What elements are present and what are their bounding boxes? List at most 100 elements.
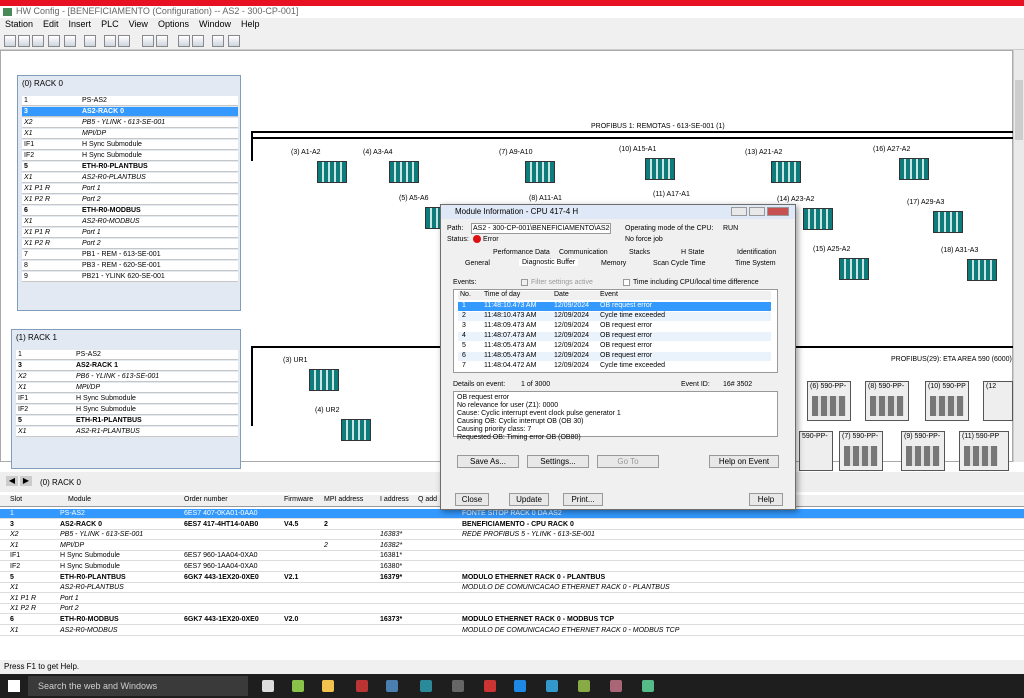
rack-slot-row[interactable]: 5 ETH-R1-PLANTBUS	[16, 416, 238, 426]
event-row[interactable]: 2 11:48:10.473 AM 12/09/2024 Cycle time exc…	[458, 312, 771, 321]
help-on-event-button[interactable]: Help on Event	[709, 455, 779, 468]
rack-slot-row[interactable]: X1 P2 R Port 2	[22, 239, 238, 249]
table-row[interactable]: IF2 H Sync Submodule 6ES7 960-1AA04-0XA0 16…	[0, 562, 1024, 572]
rack-slot-row[interactable]: 7 PB1 - REM - 613-SE-001	[22, 250, 238, 260]
upload-icon[interactable]	[156, 35, 168, 47]
folder-icon[interactable]	[322, 680, 334, 692]
rack-slot-row[interactable]: X1 AS2-R1-PLANTBUS	[16, 427, 238, 437]
path-field[interactable]: AS2 - 300-CP-001\BENEFICIAMENTO\AS2-	[471, 223, 611, 234]
pp-device[interactable]: (10) 590-PP	[925, 381, 969, 421]
table-row[interactable]: 6 ETH-R0-MODBUS 6GK7 443-1EX20-0XE0 V2.0 163…	[0, 615, 1024, 625]
app-icon[interactable]	[420, 680, 432, 692]
app-icon[interactable]	[484, 680, 496, 692]
app-icon[interactable]	[452, 680, 464, 692]
catalog-icon[interactable]	[178, 35, 190, 47]
filter-checkbox[interactable]	[521, 279, 528, 286]
event-row[interactable]: 5 11:48:05.473 AM 12/09/2024 OB request err…	[458, 342, 771, 351]
rack-slot-row[interactable]: IF2 H Sync Submodule	[22, 151, 238, 161]
app-icon[interactable]	[292, 680, 304, 692]
dp-slave[interactable]: (3) UR1	[283, 357, 353, 397]
table-row[interactable]: X2 PB5 - YLINK - 613-SE-001 16383* REDE PRO…	[0, 530, 1024, 541]
print-icon[interactable]	[84, 35, 96, 47]
paste-icon[interactable]	[118, 35, 130, 47]
pp-device[interactable]: (8) 590-PP-	[865, 381, 909, 421]
table-row[interactable]: X1 P1 R Port 1	[0, 594, 1024, 604]
dp-slave[interactable]: (10) A15-A1	[619, 146, 689, 186]
col-qaddr[interactable]: Q add	[418, 496, 437, 503]
menu-insert[interactable]: Insert	[64, 18, 97, 30]
rack-slot-row[interactable]: 1 PS-AS2	[16, 350, 238, 360]
dp-slave[interactable]: (4) UR2	[315, 407, 385, 447]
task-view-icon[interactable]	[262, 680, 274, 692]
event-details[interactable]: OB request error No relevance for user (Z…	[453, 391, 778, 441]
events-list[interactable]: No. Time of day Date Event 1 11:48:10.473…	[453, 289, 778, 373]
rack-slot-row[interactable]: X2 PB5 - YLINK - 613-SE-001	[22, 118, 238, 128]
table-row[interactable]: X1 P2 R Port 2	[0, 604, 1024, 615]
rack-slot-row[interactable]: X2 PB6 - YLINK - 613-SE-001	[16, 372, 238, 382]
time-local-checkbox[interactable]	[623, 279, 630, 286]
tab-time-system[interactable]: Time System	[735, 260, 776, 267]
close-icon[interactable]	[767, 207, 789, 216]
col-slot[interactable]: Slot	[10, 496, 22, 503]
app-icon[interactable]	[642, 680, 654, 692]
help-button[interactable]: Help	[749, 493, 783, 506]
download-icon[interactable]	[142, 35, 154, 47]
app-icon[interactable]	[356, 680, 368, 692]
dp-slave[interactable]: (16) A27-A2	[873, 146, 943, 186]
col-mpi[interactable]: MPI address	[324, 496, 363, 503]
menu-view[interactable]: View	[124, 18, 153, 30]
rack-slot-row[interactable]: X1 P1 R Port 1	[22, 228, 238, 238]
app-icon[interactable]	[546, 680, 558, 692]
new-icon[interactable]	[4, 35, 16, 47]
tab-scan-cycle[interactable]: Scan Cycle Time	[653, 260, 706, 267]
dp-slave[interactable]: (15) A25-A2	[813, 246, 883, 286]
dp-slave[interactable]: (18) A31-A3	[941, 247, 1011, 287]
rack-slot-row[interactable]: X1 P1 R Port 1	[22, 184, 238, 194]
pp-device[interactable]: (12	[983, 381, 1013, 421]
rack-slot-row[interactable]: X1 AS2-R0-MODBUS	[22, 217, 238, 227]
rack-slot-row[interactable]: IF2 H Sync Submodule	[16, 405, 238, 415]
pp-device[interactable]: (7) 590-PP-	[839, 431, 883, 471]
dp-slave[interactable]: (7) A9-A10	[499, 149, 569, 189]
menu-window[interactable]: Window	[194, 18, 236, 30]
save-as-button[interactable]: Save As...	[457, 455, 519, 468]
rack-slot-row[interactable]: X1 MPI/DP	[16, 383, 238, 393]
print-button[interactable]: Print...	[563, 493, 603, 506]
menu-station[interactable]: Station	[0, 18, 38, 30]
col-order[interactable]: Order number	[184, 496, 228, 503]
menu-plc[interactable]: PLC	[96, 18, 124, 30]
dp-slave[interactable]: (4) A3-A4	[363, 149, 433, 189]
maximize-button[interactable]	[749, 207, 765, 216]
network-icon[interactable]	[32, 35, 44, 47]
rack-1[interactable]: (1) RACK 1 1 PS-AS2 3 AS2-RACK 1 X2 PB6 - YLI…	[11, 329, 241, 469]
tab-h-state[interactable]: H State	[681, 249, 704, 256]
pp-device[interactable]: (9) 590-PP-	[901, 431, 945, 471]
rack-0[interactable]: (0) RACK 0 1 PS-AS2 3 AS2-RACK 0 X2 PB5 - YLI…	[17, 75, 241, 311]
rack-slot-row[interactable]: 1 PS-AS2	[22, 96, 238, 106]
rack-slot-row[interactable]: 9 PB21 - YLINK 620-SE-001	[22, 272, 238, 282]
table-row[interactable]: 3 AS2-RACK 0 6ES7 417-4HT14-0AB0 V4.5 2 BENEF…	[0, 520, 1024, 530]
pp-device[interactable]: (6) 590-PP-	[807, 381, 851, 421]
dp-slave[interactable]: (13) A21-A2	[745, 149, 815, 189]
event-row[interactable]: 3 11:48:09.473 AM 12/09/2024 OB request err…	[458, 322, 771, 331]
dp-slave[interactable]: (17) A29-A3	[907, 199, 977, 239]
col-firmware[interactable]: Firmware	[284, 496, 313, 503]
station-scrollbar[interactable]	[1013, 50, 1024, 462]
rack-slot-row[interactable]: 3 AS2-RACK 0	[22, 107, 238, 117]
table-row[interactable]: 5 ETH-R0-PLANTBUS 6GK7 443-1EX20-0XE0 V2.1 1…	[0, 573, 1024, 583]
tab-communication[interactable]: Communication	[559, 249, 608, 256]
menu-edit[interactable]: Edit	[38, 18, 64, 30]
settings-button[interactable]: Settings...	[527, 455, 589, 468]
app-icon[interactable]	[578, 680, 590, 692]
edge-icon[interactable]	[514, 680, 526, 692]
diagnose-icon[interactable]	[212, 35, 224, 47]
menu-options[interactable]: Options	[153, 18, 194, 30]
update-button[interactable]: Update	[509, 493, 549, 506]
copy-icon[interactable]	[104, 35, 116, 47]
app-icon[interactable]	[610, 680, 622, 692]
event-row[interactable]: 6 11:48:05.473 AM 12/09/2024 OB request err…	[458, 352, 771, 361]
rack-slot-row[interactable]: IF1 H Sync Submodule	[22, 140, 238, 150]
pp-device[interactable]: 590-PP-	[799, 431, 833, 471]
event-row[interactable]: 4 11:48:07.473 AM 12/09/2024 OB request err…	[458, 332, 771, 341]
compile-icon[interactable]	[64, 35, 76, 47]
